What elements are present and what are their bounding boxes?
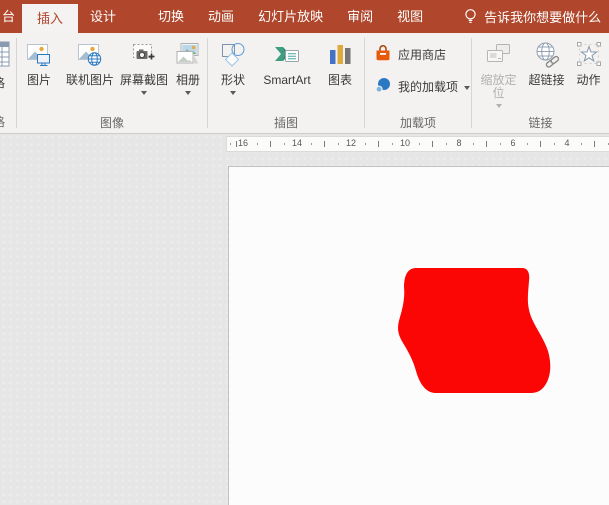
- action-star-icon: [575, 39, 603, 71]
- table-icon: [0, 40, 11, 68]
- my-addins-label: 我的加载项: [398, 78, 458, 95]
- ribbon-group-links: 缩放定位 超链接: [472, 33, 609, 133]
- tab-slideshow[interactable]: 幻灯片放映: [246, 0, 335, 33]
- picture-globe-icon: [75, 39, 105, 71]
- tab-insert[interactable]: 插入: [22, 4, 78, 33]
- store-bag-icon: [374, 44, 392, 65]
- hyperlink-label: 超链接: [528, 74, 564, 87]
- picture-monitor-icon: [24, 39, 54, 71]
- lightbulb-icon: [463, 8, 478, 25]
- action-label: 动作: [576, 74, 600, 87]
- tab-home-partial[interactable]: 台: [0, 0, 17, 33]
- tell-me-label: 告诉我你想要做什么: [484, 7, 601, 26]
- ribbon-group-table-partial: 格 格: [0, 33, 16, 133]
- chevron-down-icon: [185, 91, 191, 95]
- shapes-icon: [219, 39, 247, 71]
- ribbon-group-illustrations: 形状 SmartArt 图表: [208, 33, 364, 133]
- table-button-label-fragment: 格: [0, 74, 5, 91]
- chart-label: 图表: [328, 74, 352, 87]
- table-group-label-fragment: 格: [0, 113, 5, 130]
- photo-album-icon: [173, 39, 203, 71]
- editing-workspace: 161412108642: [0, 134, 609, 504]
- slide-drawing-layer: [229, 167, 609, 505]
- ribbon-group-addins: 应用商店 我的加载项 加载项: [365, 33, 471, 133]
- horizontal-ruler: 161412108642: [226, 136, 609, 152]
- ribbon-group-images: 图片 联机图片: [17, 33, 207, 133]
- zoom-slides-icon: [484, 39, 514, 71]
- my-addins-icon: [374, 76, 392, 97]
- chart-icon: [326, 39, 354, 71]
- smartart-label: SmartArt: [263, 74, 310, 87]
- online-pictures-label: 联机图片: [66, 74, 114, 87]
- screenshot-camera-icon: [130, 39, 158, 71]
- tab-review[interactable]: 审阅: [335, 0, 385, 33]
- red-wave-shape[interactable]: [398, 268, 550, 393]
- ribbon-tab-bar: 台 插入 设计 切换 动画 幻灯片放映 审阅 视图 告诉我你想要做什么: [0, 0, 609, 33]
- chevron-down-icon: [496, 104, 502, 108]
- slide-canvas[interactable]: [228, 166, 609, 505]
- screenshot-label: 屏幕截图: [120, 74, 168, 87]
- zoom-link-label: 缩放定位: [478, 74, 520, 100]
- smartart-icon: [272, 39, 302, 71]
- tab-design[interactable]: 设计: [78, 0, 128, 33]
- chevron-down-icon: [141, 91, 147, 95]
- shapes-label: 形状: [221, 74, 245, 87]
- chevron-down-icon: [464, 86, 470, 90]
- photo-album-label: 相册: [176, 74, 200, 87]
- tab-transitions[interactable]: 切换: [146, 0, 196, 33]
- tab-view[interactable]: 视图: [385, 0, 435, 33]
- chevron-down-icon: [230, 91, 236, 95]
- group-label-addins: 加载项: [365, 114, 471, 131]
- ribbon-insert-panel: 格 格 图片: [0, 33, 609, 134]
- tell-me-box[interactable]: 告诉我你想要做什么: [463, 7, 601, 26]
- group-label-images: 图像: [17, 114, 207, 131]
- tab-animations[interactable]: 动画: [196, 0, 246, 33]
- store-label: 应用商店: [398, 46, 446, 63]
- group-label-links: 链接: [472, 114, 609, 131]
- group-label-illustrations: 插图: [208, 114, 364, 131]
- my-addins-button[interactable]: 我的加载项: [374, 76, 470, 97]
- hyperlink-globe-icon: [532, 39, 562, 71]
- store-button[interactable]: 应用商店: [374, 44, 446, 65]
- pictures-label: 图片: [27, 74, 51, 87]
